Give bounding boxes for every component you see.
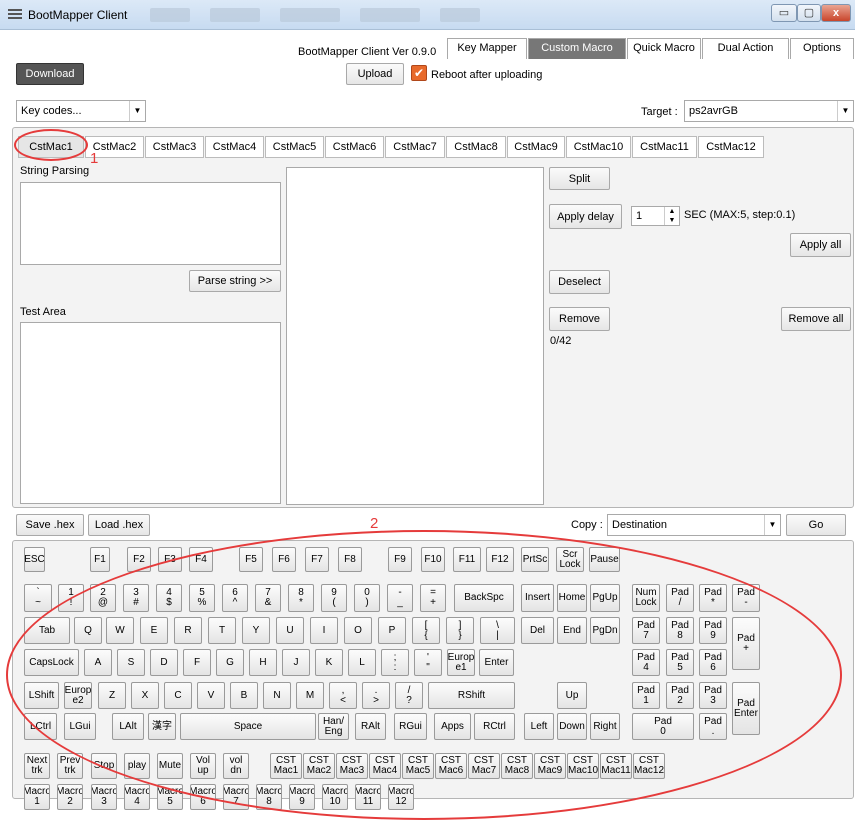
string-parsing-input[interactable] (20, 182, 281, 265)
maximize-button[interactable]: ▢ (797, 4, 821, 22)
target-dropdown[interactable]: ps2avrGB ▼ (684, 100, 854, 122)
blurred-region (360, 8, 420, 22)
minimize-button[interactable]: ▭ (771, 4, 797, 22)
macro-tab-cstmac11[interactable]: CstMac11 (632, 136, 697, 158)
download-button[interactable]: Download (16, 63, 84, 85)
remove-button[interactable]: Remove (549, 307, 610, 331)
apply-delay-button[interactable]: Apply delay (549, 204, 622, 229)
chevron-down-icon: ▼ (764, 515, 780, 535)
key--[interactable]: ` ~ (24, 584, 52, 612)
version-label: BootMapper Client Ver 0.9.0 (298, 46, 437, 58)
blurred-region (210, 8, 260, 22)
tab-options[interactable]: Options (790, 38, 854, 59)
delay-value: 1 (636, 210, 643, 222)
keycodes-value: Key codes... (21, 105, 82, 117)
upload-button[interactable]: Upload (346, 63, 404, 85)
destination-value: Destination (612, 519, 668, 531)
sec-label: SEC (MAX:5, step:0.1) (684, 209, 796, 221)
key-esc[interactable]: ESC (24, 547, 45, 572)
key-macro-2[interactable]: Macro 2 (57, 784, 83, 810)
blurred-region (280, 8, 340, 22)
destination-dropdown[interactable]: Destination ▼ (607, 514, 781, 536)
macro-tab-cstmac5[interactable]: CstMac5 (265, 136, 324, 158)
key-next-trk[interactable]: Next trk (24, 753, 50, 779)
stepper-arrows-icon[interactable]: ▲ ▼ (664, 207, 679, 225)
delay-stepper[interactable]: 1 ▲ ▼ (631, 206, 680, 226)
key-macro-4[interactable]: Macro 4 (124, 784, 150, 810)
menu-icon[interactable] (8, 9, 22, 21)
tab-quick-macro[interactable]: Quick Macro (627, 38, 701, 59)
split-button[interactable]: Split (549, 167, 610, 190)
macro-tab-cstmac4[interactable]: CstMac4 (205, 136, 264, 158)
target-value: ps2avrGB (689, 105, 738, 117)
macro-tab-cstmac3[interactable]: CstMac3 (145, 136, 204, 158)
macro-counter: 0/42 (550, 335, 572, 347)
test-area-label: Test Area (20, 306, 66, 318)
macro-tab-cstmac9[interactable]: CstMac9 (507, 136, 565, 158)
key-macro-1[interactable]: Macro 1 (24, 784, 50, 810)
annotation-number-1: 1 (90, 150, 99, 167)
save-hex-button[interactable]: Save .hex (16, 514, 84, 536)
load-hex-button[interactable]: Load .hex (88, 514, 150, 536)
remove-all-button[interactable]: Remove all (781, 307, 851, 331)
target-label: Target : (641, 106, 678, 118)
window-title: BootMapper Client (28, 8, 128, 22)
title-bar: BootMapper Client ▭ ▢ x (0, 0, 855, 30)
reboot-checkbox[interactable]: ✔ (411, 65, 427, 81)
keycodes-dropdown[interactable]: Key codes... ▼ (16, 100, 146, 122)
key-f1[interactable]: F1 (90, 547, 110, 572)
key-macro-3[interactable]: Macro 3 (91, 784, 117, 810)
macro-tab-cstmac8[interactable]: CstMac8 (446, 136, 506, 158)
annotation-circle-1 (14, 129, 88, 161)
chevron-down-icon: ▼ (129, 101, 145, 121)
deselect-button[interactable]: Deselect (549, 270, 610, 294)
parse-string-button[interactable]: Parse string >> (189, 270, 281, 292)
close-button[interactable]: x (821, 4, 851, 22)
annotation-ellipse-2 (6, 530, 842, 820)
string-parsing-label: String Parsing (20, 165, 90, 177)
test-area-input[interactable] (20, 322, 281, 504)
go-button[interactable]: Go (786, 514, 846, 536)
macro-tab-cstmac7[interactable]: CstMac7 (385, 136, 445, 158)
annotation-number-2: 2 (370, 515, 379, 532)
tab-key-mapper[interactable]: Key Mapper (447, 38, 527, 59)
tab-dual-action[interactable]: Dual Action (702, 38, 789, 59)
macro-tab-cstmac6[interactable]: CstMac6 (325, 136, 384, 158)
blurred-region (440, 8, 480, 22)
chevron-down-icon: ▼ (837, 101, 853, 121)
tab-custom-macro[interactable]: Custom Macro (528, 38, 626, 59)
macro-tab-cstmac10[interactable]: CstMac10 (566, 136, 631, 158)
blurred-region (150, 8, 190, 22)
copy-label: Copy : (571, 519, 603, 531)
macro-tab-cstmac12[interactable]: CstMac12 (698, 136, 764, 158)
apply-all-button[interactable]: Apply all (790, 233, 851, 257)
reboot-label: Reboot after uploading (431, 69, 543, 81)
macro-sequence-list[interactable] (286, 167, 544, 505)
